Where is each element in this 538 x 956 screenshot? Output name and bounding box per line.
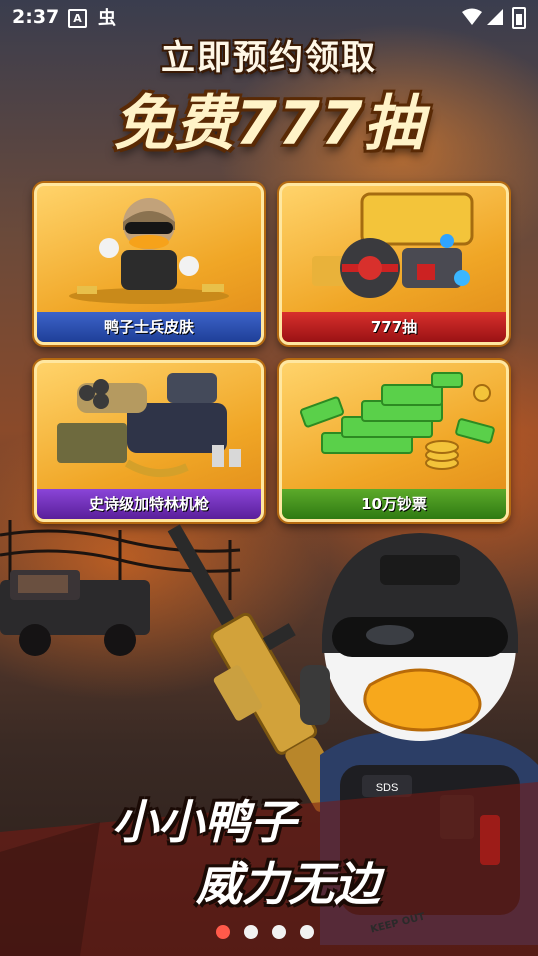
carousel-indicator (216, 925, 314, 939)
reward-card-duck-skin[interactable]: 鸭子士兵皮肤 (34, 183, 264, 345)
wifi-icon (462, 8, 482, 25)
duck-soldier-icon (69, 198, 229, 304)
promo-headline: 立即预约领取 免费777抽 (0, 30, 538, 162)
gatling-gun-icon (57, 373, 241, 478)
carousel-dot[interactable] (300, 925, 314, 939)
reward-card-777-draws[interactable]: 777抽 (279, 183, 509, 345)
bug-icon: 虫 (98, 8, 116, 29)
reward-label: 鸭子士兵皮肤 (37, 312, 261, 342)
battery-charging-icon (512, 7, 526, 29)
headline-free-draws: 免费777抽 (113, 89, 425, 159)
carousel-dot[interactable] (244, 925, 258, 939)
headline-reserve: 立即预约领取 (161, 38, 377, 78)
text-a-icon: A (68, 9, 87, 28)
treasure-chest-icon (312, 192, 474, 298)
carousel-dot[interactable] (216, 925, 230, 939)
clock: 2:37 (12, 6, 60, 28)
slogan-line-2: 威力无边 (196, 857, 380, 911)
slogan-line-1: 小小鸭子 (112, 795, 296, 849)
cell-signal-icon (487, 9, 503, 25)
cash-stack-icon (299, 372, 495, 470)
military-truck (0, 570, 150, 656)
reward-label: 777抽 (282, 312, 506, 342)
carousel-dot[interactable] (272, 925, 286, 939)
